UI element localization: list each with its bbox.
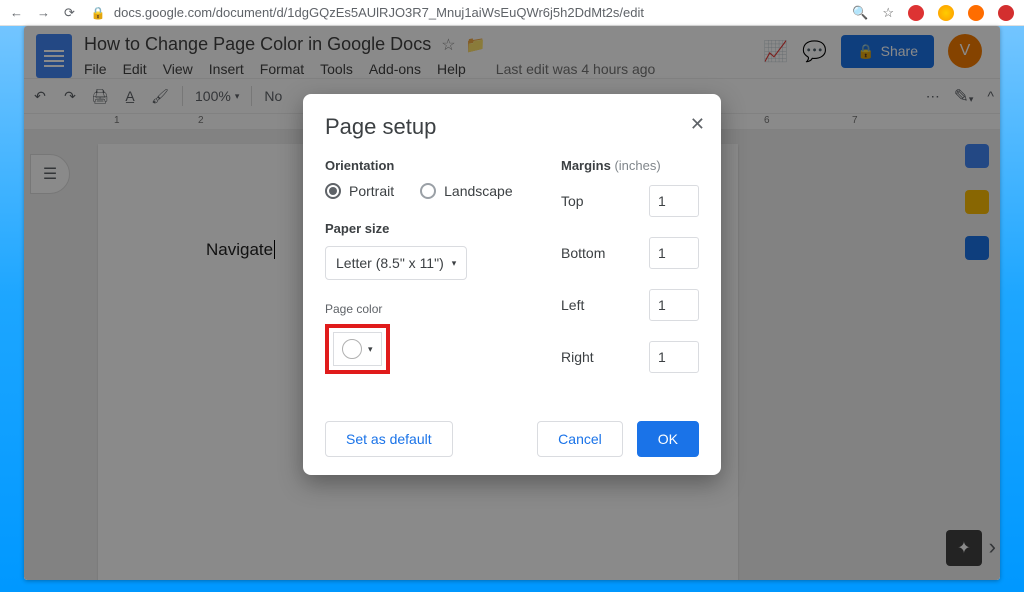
margins-label: Margins (inches)	[561, 158, 699, 173]
chevron-down-icon: ▾	[368, 344, 373, 355]
margin-top-input[interactable]	[649, 185, 699, 217]
ext-icon-3[interactable]	[998, 5, 1014, 21]
url-text: docs.google.com/document/d/1dgGQzEs5AUlR…	[114, 5, 644, 20]
bookmark-star-icon[interactable]: ☆	[882, 5, 894, 21]
margin-left-label: Left	[561, 297, 584, 313]
page-color-label: Page color	[325, 302, 527, 316]
lock-icon: 🔒	[91, 6, 106, 20]
set-as-default-button[interactable]: Set as default	[325, 421, 453, 457]
radio-selected-icon	[325, 183, 341, 199]
color-swatch-icon	[342, 339, 362, 359]
paper-size-label: Paper size	[325, 221, 527, 236]
ok-button[interactable]: OK	[637, 421, 699, 457]
margin-left-input[interactable]	[649, 289, 699, 321]
dialog-title: Page setup	[325, 114, 699, 140]
paper-size-select[interactable]: Letter (8.5" x 11") ▾	[325, 246, 467, 280]
orientation-portrait-radio[interactable]: Portrait	[325, 183, 394, 199]
close-icon[interactable]: ✕	[690, 114, 705, 135]
cancel-button[interactable]: Cancel	[537, 421, 623, 457]
page-color-button[interactable]: ▾	[333, 332, 382, 366]
nav-reload-icon[interactable]: ⟳	[64, 5, 75, 21]
nav-forward-icon[interactable]: →	[37, 5, 50, 20]
margin-bottom-label: Bottom	[561, 245, 605, 261]
chevron-down-icon: ▾	[452, 258, 457, 269]
orientation-landscape-radio[interactable]: Landscape	[420, 183, 513, 199]
ext-icon-1[interactable]	[908, 5, 924, 21]
margin-right-label: Right	[561, 349, 594, 365]
nav-back-icon[interactable]: ←	[10, 5, 23, 20]
margin-bottom-input[interactable]	[649, 237, 699, 269]
page-setup-dialog: Page setup ✕ Orientation Portrait Landsc…	[303, 94, 721, 475]
browser-toolbar: ← → ⟳ 🔒 docs.google.com/document/d/1dgGQ…	[0, 0, 1024, 26]
margin-right-input[interactable]	[649, 341, 699, 373]
ext-icon-2[interactable]	[938, 5, 954, 21]
address-bar[interactable]: 🔒 docs.google.com/document/d/1dgGQzEs5AU…	[91, 5, 836, 20]
page-color-highlight: ▾	[325, 324, 390, 374]
radio-unselected-icon	[420, 183, 436, 199]
zoom-icon[interactable]: 🔍	[852, 5, 868, 21]
margin-top-label: Top	[561, 193, 584, 209]
orientation-label: Orientation	[325, 158, 527, 173]
profile-icon[interactable]	[968, 5, 984, 21]
